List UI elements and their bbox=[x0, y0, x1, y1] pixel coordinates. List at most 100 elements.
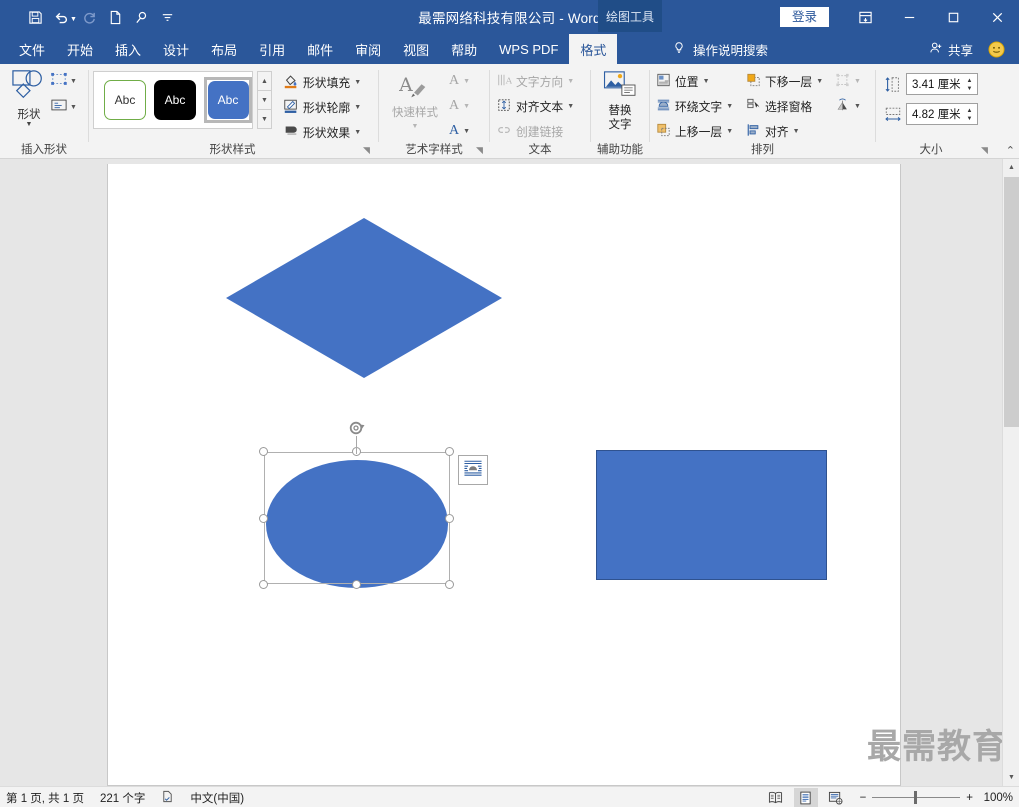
share-button[interactable]: 共享 bbox=[929, 34, 973, 64]
alt-text-button[interactable]: 替换 文字 bbox=[595, 70, 645, 132]
shape-height-spinner[interactable]: ▲ ▼ bbox=[963, 75, 976, 95]
shapes-dropdown-caret[interactable]: ▼ bbox=[26, 121, 33, 128]
send-backward-caret[interactable]: ▼ bbox=[816, 78, 823, 85]
fill-bucket-icon bbox=[283, 73, 299, 92]
draw-text-box-button[interactable]: ▼ bbox=[50, 97, 77, 118]
collapse-ribbon-button[interactable]: ⌃ bbox=[1006, 144, 1015, 157]
minimize-button[interactable] bbox=[887, 0, 931, 34]
send-feedback-smiley-icon[interactable] bbox=[988, 41, 1005, 58]
resize-handle-bottom-center[interactable] bbox=[352, 580, 361, 589]
zoom-level[interactable]: 100% bbox=[979, 792, 1013, 804]
resize-handle-middle-right[interactable] bbox=[445, 514, 454, 523]
shape-style-thumb-3-selected[interactable]: Abc bbox=[204, 77, 252, 123]
shape-fill-caret[interactable]: ▼ bbox=[354, 79, 361, 86]
tab-mailings[interactable]: 邮件 bbox=[296, 34, 344, 64]
tab-format[interactable]: 格式 bbox=[569, 34, 618, 64]
page-indicator[interactable]: 第 1 页, 共 1 页 bbox=[6, 790, 84, 806]
resize-handle-middle-left[interactable] bbox=[259, 514, 268, 523]
wrap-text-button[interactable]: 环绕文字 ▼ bbox=[656, 98, 733, 115]
shape-width-input[interactable]: 4.82 厘米 ▲ ▼ bbox=[906, 103, 978, 125]
size-dialog-launcher[interactable]: ◥ bbox=[981, 145, 992, 156]
zoom-out-button[interactable]: − bbox=[860, 792, 867, 804]
maximize-button[interactable] bbox=[931, 0, 975, 34]
gallery-more-button[interactable]: ▼ bbox=[257, 109, 272, 129]
shape-height-input[interactable]: 3.41 厘米 ▲ ▼ bbox=[906, 73, 978, 95]
shapes-gallery-button[interactable]: 形状 ▼ bbox=[6, 68, 52, 134]
gallery-scroll-down-button[interactable]: ▼ bbox=[257, 90, 272, 110]
rotate-objects-caret[interactable]: ▼ bbox=[854, 103, 861, 110]
tab-help[interactable]: 帮助 bbox=[440, 34, 488, 64]
send-backward-button[interactable]: 下移一层 ▼ bbox=[746, 73, 823, 90]
shape-width-spinner[interactable]: ▲ ▼ bbox=[963, 105, 976, 125]
tab-wps-pdf[interactable]: WPS PDF bbox=[488, 34, 569, 64]
shape-styles-dialog-launcher[interactable]: ◥ bbox=[363, 145, 374, 156]
rotate-objects-button[interactable]: ▼ bbox=[835, 98, 861, 115]
tell-me-search[interactable]: 操作说明搜索 bbox=[672, 34, 768, 64]
gallery-scroll-up-button[interactable]: ▲ bbox=[257, 71, 272, 91]
shape-fill-button[interactable]: 形状填充 ▼ bbox=[283, 73, 361, 92]
wrap-text-caret[interactable]: ▼ bbox=[726, 103, 733, 110]
edit-shape-caret[interactable]: ▼ bbox=[70, 78, 77, 85]
group-objects-icon bbox=[835, 73, 850, 90]
resize-handle-top-right[interactable] bbox=[445, 447, 454, 456]
read-mode-view-button[interactable] bbox=[764, 788, 788, 807]
resize-handle-bottom-left[interactable] bbox=[259, 580, 268, 589]
vertical-scrollbar[interactable]: ▲ ▼ bbox=[1002, 159, 1019, 786]
resize-handle-top-left[interactable] bbox=[259, 447, 268, 456]
rotate-handle-icon[interactable] bbox=[347, 419, 367, 439]
sign-in-button[interactable]: 登录 bbox=[779, 7, 829, 27]
shape-effects-button[interactable]: 形状效果 ▼ bbox=[283, 123, 361, 142]
shape-style-thumb-2[interactable]: Abc bbox=[154, 80, 197, 120]
bring-forward-caret[interactable]: ▼ bbox=[726, 128, 733, 135]
wordart-dialog-launcher[interactable]: ◥ bbox=[476, 145, 487, 156]
word-count[interactable]: 221 个字 bbox=[100, 790, 145, 806]
zoom-slider[interactable]: − + bbox=[860, 791, 973, 804]
selection-pane-button[interactable]: 选择窗格 bbox=[746, 98, 812, 115]
shape-outline-caret[interactable]: ▼ bbox=[354, 104, 361, 111]
shape-effects-caret[interactable]: ▼ bbox=[354, 129, 361, 136]
text-effects-button[interactable]: A ▼ bbox=[449, 123, 470, 139]
text-effects-caret[interactable]: ▼ bbox=[463, 128, 470, 135]
scroll-up-arrow-icon[interactable]: ▲ bbox=[1003, 159, 1019, 176]
text-box-caret[interactable]: ▼ bbox=[70, 104, 77, 111]
ribbon-display-options-icon[interactable] bbox=[843, 0, 887, 34]
close-button[interactable] bbox=[975, 0, 1019, 34]
group-label-insert-shapes: 插入形状 bbox=[21, 144, 67, 156]
wordart-quick-styles-caret[interactable]: ▼ bbox=[412, 120, 419, 134]
align-objects-caret[interactable]: ▼ bbox=[793, 128, 800, 135]
tab-review[interactable]: 审阅 bbox=[344, 34, 392, 64]
position-caret[interactable]: ▼ bbox=[703, 78, 710, 85]
proofing-errors-icon[interactable] bbox=[161, 790, 174, 806]
wordart-quick-styles-button[interactable]: A 快速样式 ▼ bbox=[387, 72, 443, 134]
scrollbar-thumb[interactable] bbox=[1004, 177, 1019, 427]
tab-file[interactable]: 文件 bbox=[8, 34, 56, 64]
align-objects-button[interactable]: 对齐 ▼ bbox=[746, 123, 800, 140]
rectangle-shape[interactable] bbox=[596, 450, 827, 580]
tab-home[interactable]: 开始 bbox=[56, 34, 104, 64]
language-indicator[interactable]: 中文(中国) bbox=[190, 790, 244, 806]
zoom-in-button[interactable]: + bbox=[966, 792, 973, 804]
shape-style-thumb-1[interactable]: Abc bbox=[104, 80, 147, 120]
print-layout-view-button[interactable] bbox=[793, 788, 818, 807]
zoom-thumb[interactable] bbox=[914, 791, 918, 804]
diamond-shape[interactable] bbox=[226, 218, 502, 378]
scroll-down-arrow-icon[interactable]: ▼ bbox=[1003, 769, 1019, 786]
tab-insert[interactable]: 插入 bbox=[104, 34, 152, 64]
web-layout-view-button[interactable] bbox=[824, 788, 848, 807]
align-text-button[interactable]: 对齐文本 ▼ bbox=[496, 98, 574, 115]
alt-text-picture-icon bbox=[603, 70, 637, 104]
tab-view[interactable]: 视图 bbox=[392, 34, 440, 64]
tab-references[interactable]: 引用 bbox=[248, 34, 296, 64]
zoom-track[interactable] bbox=[872, 791, 961, 804]
tab-design[interactable]: 设计 bbox=[152, 34, 200, 64]
shape-outline-button[interactable]: 形状轮廓 ▼ bbox=[283, 98, 361, 117]
document-page[interactable] bbox=[107, 164, 901, 786]
position-button[interactable]: 位置 ▼ bbox=[656, 73, 710, 90]
edit-shape-button[interactable]: ▼ bbox=[50, 71, 77, 92]
layout-options-button[interactable] bbox=[458, 455, 488, 485]
resize-handle-bottom-right[interactable] bbox=[445, 580, 454, 589]
tab-layout[interactable]: 布局 bbox=[200, 34, 248, 64]
shape-styles-gallery[interactable]: Abc Abc Abc bbox=[93, 71, 253, 129]
align-text-caret[interactable]: ▼ bbox=[567, 103, 574, 110]
bring-forward-button[interactable]: 上移一层 ▼ bbox=[656, 123, 733, 140]
